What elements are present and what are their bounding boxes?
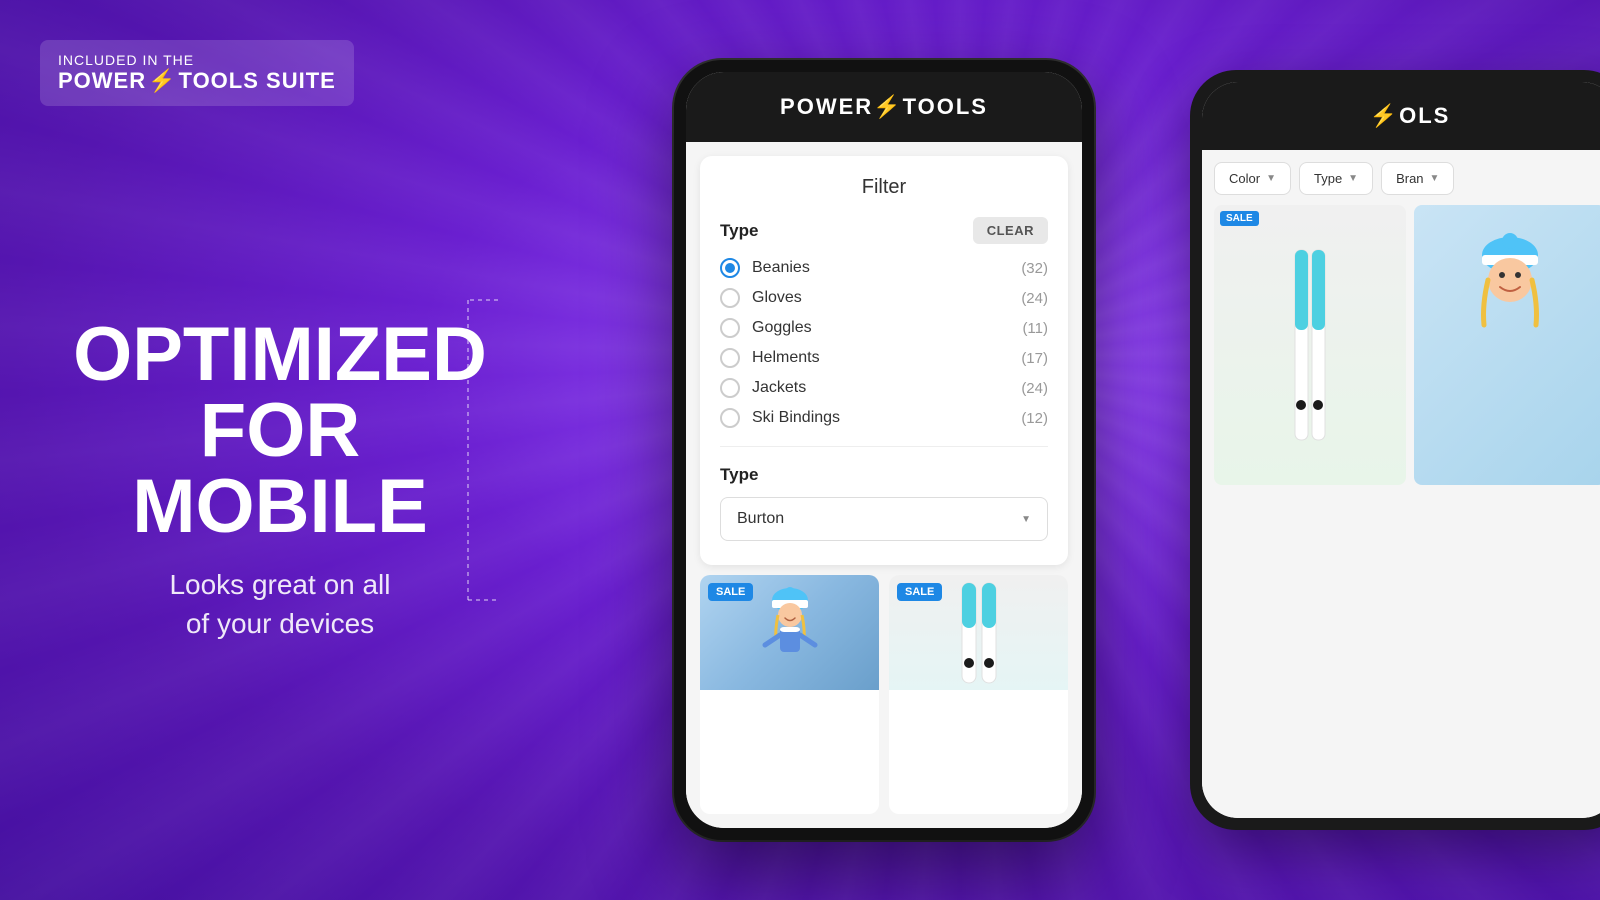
bg-filter-row: Color ▼ Type ▼ Bran ▼ xyxy=(1214,162,1600,195)
sub-headline: Looks great on allof your devices xyxy=(60,565,500,643)
bg-chip-color[interactable]: Color ▼ xyxy=(1214,162,1291,195)
radio-goggles[interactable] xyxy=(720,318,740,338)
filter-title: Filter xyxy=(720,176,1048,199)
sale-badge-2: SALE xyxy=(897,583,942,601)
option-helments-count: (17) xyxy=(1021,350,1048,367)
bg-chip-type-label: Type xyxy=(1314,171,1342,186)
option-ski-bindings-count: (12) xyxy=(1021,410,1048,427)
type-label: Type xyxy=(720,221,758,241)
bracket-decoration xyxy=(458,290,508,610)
option-ski-bindings[interactable]: Ski Bindings (12) xyxy=(720,408,1048,428)
product-card-2[interactable]: SALE xyxy=(889,575,1068,814)
option-ski-bindings-label: Ski Bindings xyxy=(752,409,840,427)
bg-chip-brand-label: Bran xyxy=(1396,171,1423,186)
radio-jackets[interactable] xyxy=(720,378,740,398)
option-gloves-count: (24) xyxy=(1021,290,1048,307)
product-card-1[interactable]: SALE xyxy=(700,575,879,814)
phone-screen: POWER⚡TOOLS Filter Type CLEAR xyxy=(686,72,1082,828)
option-jackets-label: Jackets xyxy=(752,379,806,397)
headline-line1: OPTIMIZED xyxy=(60,317,500,393)
option-helments[interactable]: Helments (17) xyxy=(720,348,1048,368)
bg-product-img-1 xyxy=(1214,205,1406,485)
bg-chip-type[interactable]: Type ▼ xyxy=(1299,162,1373,195)
main-phone: POWER⚡TOOLS Filter Type CLEAR xyxy=(674,60,1094,840)
skier-svg xyxy=(750,580,830,690)
radio-helments[interactable] xyxy=(720,348,740,368)
option-jackets[interactable]: Jackets (24) xyxy=(720,378,1048,398)
phone-header-title: POWER⚡TOOLS xyxy=(706,94,1062,120)
bg-product-card-1[interactable]: SALE xyxy=(1214,205,1406,485)
bg-sale-badge-1: SALE xyxy=(1220,211,1259,226)
phone-header: POWER⚡TOOLS xyxy=(686,72,1082,142)
option-gloves-label: Gloves xyxy=(752,289,802,307)
phone-content: Filter Type CLEAR Beanies xyxy=(686,142,1082,828)
option-goggles-label: Goggles xyxy=(752,319,812,337)
bg-phone-screen: ⚡OLS Color ▼ Type ▼ Bran ▼ xyxy=(1202,82,1600,818)
sub-headline-text: Looks great on allof your devices xyxy=(169,569,390,639)
skis-svg xyxy=(934,578,1024,688)
brand-section: Type Burton ▼ xyxy=(720,465,1048,541)
bg-chip-brand[interactable]: Bran ▼ xyxy=(1381,162,1454,195)
bg-phone-header: ⚡OLS xyxy=(1202,82,1600,150)
radio-ski-bindings[interactable] xyxy=(720,408,740,428)
header-lightning: ⚡ xyxy=(873,94,902,119)
option-goggles[interactable]: Goggles (11) xyxy=(720,318,1048,338)
brand-section-label: Type xyxy=(720,465,1048,485)
bg-skier-svg xyxy=(1450,225,1570,405)
bg-chip-brand-chevron: ▼ xyxy=(1430,173,1440,184)
bg-product-grid: SALE xyxy=(1214,205,1600,485)
option-beanies-count: (32) xyxy=(1021,260,1048,277)
header-power: POWER xyxy=(780,94,873,119)
bg-phone: ⚡OLS Color ▼ Type ▼ Bran ▼ xyxy=(1190,70,1600,830)
option-helments-label: Helments xyxy=(752,349,820,367)
bg-phone-content: Color ▼ Type ▼ Bran ▼ SALE xyxy=(1202,150,1600,818)
phone-device: POWER⚡TOOLS Filter Type CLEAR xyxy=(674,60,1094,840)
option-jackets-count: (24) xyxy=(1021,380,1048,397)
brand-value: Burton xyxy=(737,510,784,528)
filter-card: Filter Type CLEAR Beanies xyxy=(700,156,1068,565)
radio-beanies[interactable] xyxy=(720,258,740,278)
headline-line3: MOBILE xyxy=(60,469,500,545)
option-beanies-label: Beanies xyxy=(752,259,810,277)
clear-button[interactable]: CLEAR xyxy=(973,217,1048,244)
headline-line2: FOR xyxy=(60,393,500,469)
option-goggles-count: (11) xyxy=(1022,320,1048,337)
bg-product-img-2 xyxy=(1414,205,1600,485)
brand-dropdown[interactable]: Burton ▼ xyxy=(720,497,1048,541)
option-beanies[interactable]: Beanies (32) xyxy=(720,258,1048,278)
bg-skis-svg xyxy=(1275,245,1345,445)
option-gloves[interactable]: Gloves (24) xyxy=(720,288,1048,308)
filter-options: Beanies (32) Gloves (24) xyxy=(720,258,1048,428)
main-headline: OPTIMIZED FOR MOBILE xyxy=(60,317,500,545)
bg-header-title: ⚡OLS xyxy=(1370,103,1451,129)
header-tools: TOOLS xyxy=(903,94,988,119)
sale-badge-1: SALE xyxy=(708,583,753,601)
bg-chip-type-chevron: ▼ xyxy=(1348,173,1358,184)
radio-gloves[interactable] xyxy=(720,288,740,308)
bg-product-card-2[interactable] xyxy=(1414,205,1600,485)
bg-chip-color-label: Color xyxy=(1229,171,1260,186)
chevron-down-icon: ▼ xyxy=(1021,514,1031,525)
bg-chip-color-chevron: ▼ xyxy=(1266,173,1276,184)
divider xyxy=(720,446,1048,447)
type-section-header: Type CLEAR xyxy=(720,217,1048,244)
product-grid: SALE xyxy=(686,565,1082,828)
